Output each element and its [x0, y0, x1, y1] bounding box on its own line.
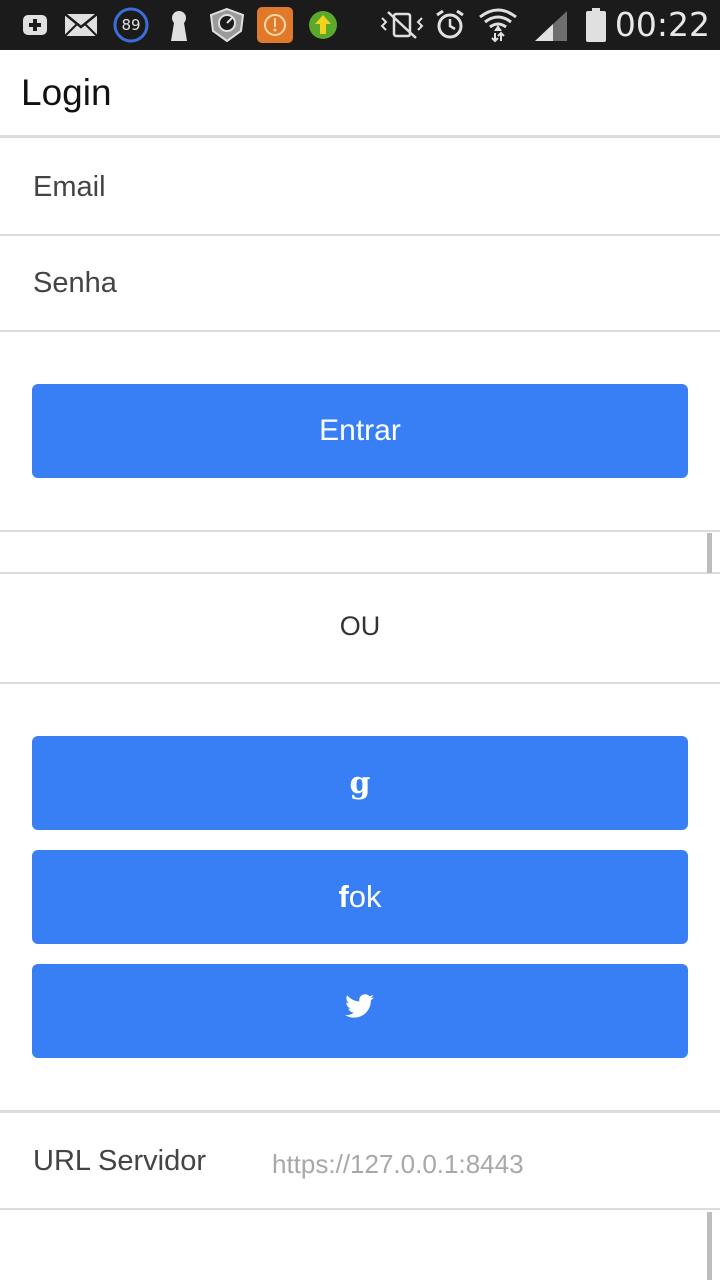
plus-box-icon [20, 9, 50, 41]
login-button-label: Entrar [319, 414, 401, 447]
google-icon: g [349, 765, 371, 801]
facebook-button-label: ok [348, 879, 382, 914]
battery-icon [584, 8, 608, 42]
server-url-input[interactable]: https://127.0.0.1:8443 [272, 1146, 524, 1182]
scroll-indicator-bottom [707, 1212, 712, 1280]
shield-speed-icon [208, 7, 246, 43]
vibrate-mute-icon [378, 9, 426, 41]
password-field[interactable]: Senha [0, 236, 720, 332]
password-field-placeholder: Senha [33, 267, 117, 299]
email-field[interactable]: Email [0, 140, 720, 236]
status-bar: 89 00:22 [0, 0, 720, 50]
page-title: Login [21, 72, 112, 113]
email-field-placeholder: Email [33, 171, 106, 203]
alarm-icon [434, 9, 466, 41]
app-header: Login [0, 50, 720, 138]
server-url-row[interactable]: URL Servidor https://127.0.0.1:8443 [0, 1110, 720, 1210]
facebook-login-button[interactable]: f ok [32, 850, 688, 944]
wifi-icon [478, 8, 518, 43]
login-button[interactable]: Entrar [32, 384, 688, 478]
facebook-icon: f [338, 879, 349, 914]
or-separator: OU [0, 574, 720, 684]
section-divider [0, 530, 720, 574]
status-time: 00:22 [614, 5, 710, 44]
battery-badge-text: 89 [121, 16, 141, 34]
mail-icon [63, 9, 99, 41]
green-upload-icon [307, 9, 339, 41]
orange-download-icon [257, 7, 293, 43]
keyhole-icon [166, 9, 192, 41]
or-separator-label: OU [339, 611, 381, 641]
twitter-login-button[interactable] [32, 964, 688, 1058]
scroll-indicator [707, 533, 712, 573]
twitter-bird-icon [345, 994, 375, 1028]
signal-icon [532, 9, 570, 41]
battery-circle-icon: 89 [112, 7, 150, 43]
google-login-button[interactable]: g [32, 736, 688, 830]
server-url-label: URL Servidor [33, 1145, 206, 1177]
